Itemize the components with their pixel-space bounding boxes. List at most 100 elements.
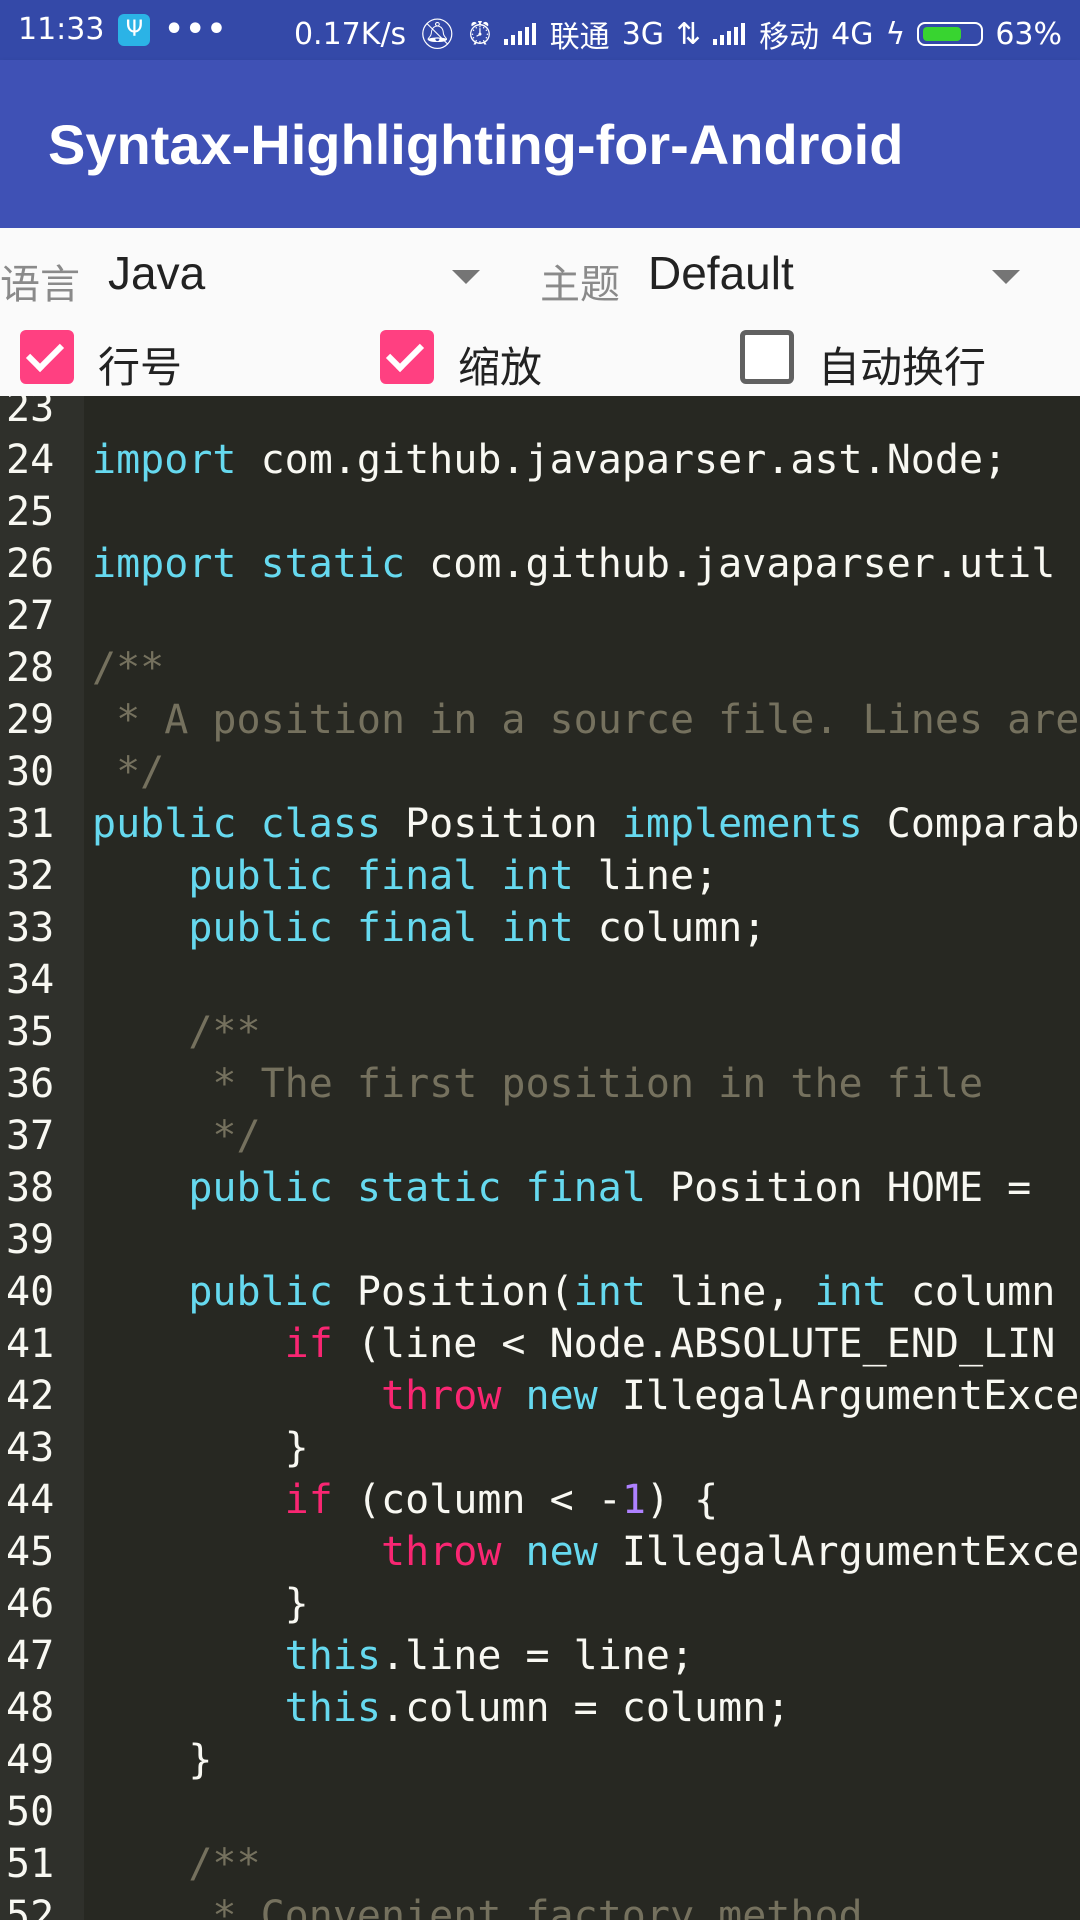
code-token: int (573, 1269, 646, 1315)
code-text: public class Position implements Compara… (92, 798, 1079, 850)
code-token: * A position in a source file. Lines are (92, 697, 1080, 743)
code-token: */ (92, 1113, 261, 1159)
code-text: import static com.github.javaparser.util (92, 538, 1055, 590)
code-token: com.github.javaparser.ast.Node; (236, 437, 1008, 483)
network-type-2: 4G (831, 16, 874, 52)
line-numbers-checkbox[interactable] (20, 330, 74, 384)
line-number: 39 (6, 1217, 55, 1263)
line-numbers-label[interactable]: 行号 (98, 334, 182, 395)
code-line: 50 (0, 1786, 1080, 1838)
code-token: int (814, 1269, 887, 1315)
code-text: * The first position in the file (92, 1058, 983, 1110)
charging-icon: ϟ (885, 16, 906, 52)
zoom-label[interactable]: 缩放 (458, 334, 542, 395)
line-number: 50 (6, 1789, 55, 1835)
line-number: 51 (6, 1841, 55, 1887)
line-number: 43 (6, 1425, 55, 1471)
code-line: 30 */ (0, 746, 1080, 798)
code-line: 52 * Convenient factory method (0, 1890, 1080, 1920)
code-token: public (188, 1165, 333, 1211)
code-text: import com.github.javaparser.ast.Node; (92, 434, 1007, 486)
signal-icon (503, 23, 538, 45)
app-bar: Syntax-Highlighting-for-Android (0, 60, 1080, 228)
chevron-down-icon[interactable] (452, 270, 480, 284)
code-line: 36 * The first position in the file (0, 1058, 1080, 1110)
line-number: 52 (6, 1893, 55, 1920)
code-view[interactable]: 23 24 import com.github.javaparser.ast.Nod… (0, 396, 1080, 1920)
options-row: 行号 缩放 自动换行 (0, 316, 1080, 392)
code-token: final (525, 1165, 646, 1211)
line-number: 28 (6, 645, 55, 691)
data-arrows-icon: ⇅ (676, 16, 702, 52)
code-token: final (356, 905, 478, 951)
mute-icon: 🔕︎ (418, 16, 457, 52)
code-token: Position (381, 801, 622, 847)
line-number: 33 (6, 905, 55, 951)
code-token: Position HOME = (645, 1165, 1056, 1211)
code-token: public (92, 801, 237, 847)
code-line: 33 public final int column; (0, 902, 1080, 954)
network-speed: 0.17K/s (293, 16, 407, 52)
word-wrap-checkbox[interactable] (740, 330, 794, 384)
code-token: } (92, 1425, 309, 1471)
network-type-1: 3G (621, 16, 665, 52)
code-text: public final int column; (92, 902, 766, 954)
line-number: 23 (6, 396, 55, 431)
code-token: import (92, 437, 237, 483)
code-text: if (line < Node.ABSOLUTE_END_LIN (92, 1318, 1056, 1370)
code-line: 40 public Position(int line, int column (0, 1266, 1080, 1318)
code-line: 43 } (0, 1422, 1080, 1474)
code-line: 47 this.line = line; (0, 1630, 1080, 1682)
line-number: 46 (6, 1581, 55, 1627)
code-token: line, (645, 1269, 815, 1315)
language-label: 语言 (0, 262, 80, 308)
code-token: public (188, 905, 333, 951)
code-token: public (188, 1269, 333, 1315)
code-token: import (92, 541, 237, 587)
chevron-down-icon[interactable] (992, 270, 1020, 284)
code-token: (line < Node.ABSOLUTE_END_LIN (332, 1321, 1056, 1367)
code-token: column (886, 1269, 1056, 1315)
code-line: 41 if (line < Node.ABSOLUTE_END_LIN (0, 1318, 1080, 1370)
code-text: */ (92, 1110, 261, 1162)
language-value[interactable]: Java (108, 246, 205, 300)
line-number: 32 (6, 853, 55, 899)
code-text: * Convenient factory method (92, 1890, 863, 1920)
code-text: * A position in a source file. Lines are (92, 694, 1079, 746)
line-number: 38 (6, 1165, 55, 1211)
code-token: if (284, 1477, 333, 1523)
code-text: /** (92, 1838, 260, 1890)
code-token: implements (621, 801, 863, 847)
code-token: * Convenient factory method (92, 1893, 863, 1920)
code-token: IllegalArgumentExce (597, 1529, 1080, 1575)
status-bar: 11:33 Ψ ••• 0.17K/s 🔕︎ ⏰︎ 联通 3G ⇅ 移动 4G … (0, 0, 1080, 60)
code-text: this.column = column; (92, 1682, 791, 1734)
code-line: 26 import static com.github.javaparser.ut… (0, 538, 1080, 590)
word-wrap-label[interactable]: 自动换行 (818, 334, 986, 395)
code-line: 27 (0, 590, 1080, 642)
line-number: 37 (6, 1113, 55, 1159)
code-line: 48 this.column = column; (0, 1682, 1080, 1734)
theme-value[interactable]: Default (648, 246, 794, 300)
code-text: /** (92, 642, 164, 694)
code-line: 39 (0, 1214, 1080, 1266)
more-notifications-icon: ••• (164, 12, 228, 47)
line-number: 30 (6, 749, 55, 795)
carrier-1: 联通 (549, 20, 610, 55)
code-token: 1 (621, 1477, 646, 1523)
code-token: static (356, 1165, 502, 1211)
zoom-checkbox[interactable] (380, 330, 434, 384)
line-number: 26 (6, 541, 55, 587)
